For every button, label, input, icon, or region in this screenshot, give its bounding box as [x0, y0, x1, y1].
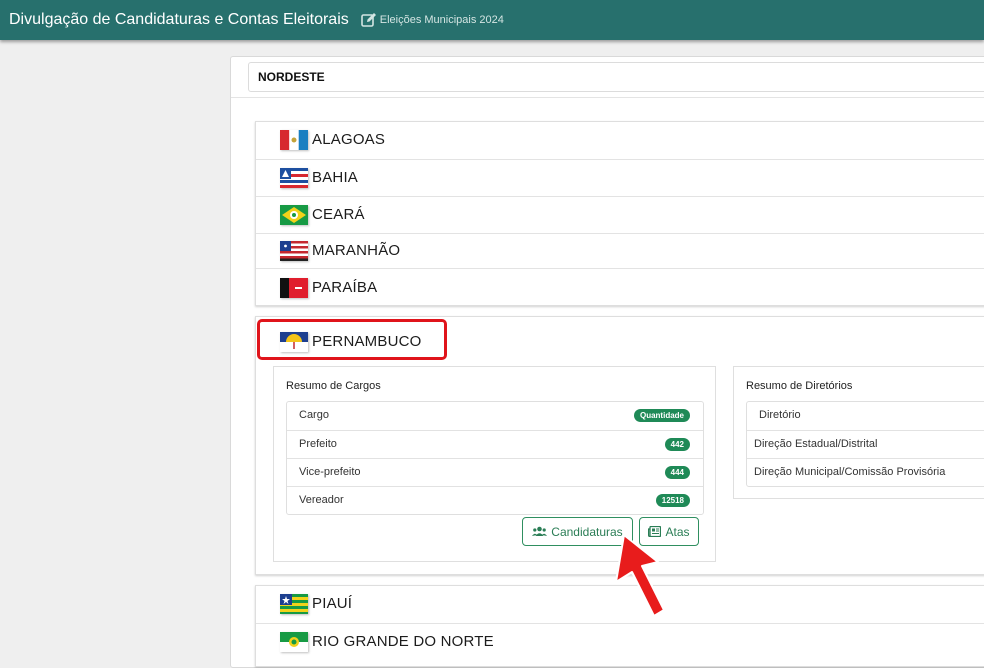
- piaui-flag-icon: [280, 594, 308, 614]
- state-name: PIAUÍ: [312, 595, 353, 612]
- state-name: BAHIA: [312, 169, 359, 186]
- table-row: Prefeito 442: [287, 430, 703, 458]
- state-row-paraiba[interactable]: PARAÍBA: [256, 268, 984, 305]
- diretorio-label: Direção Estadual/Distrital: [754, 438, 878, 450]
- state-row-ceara[interactable]: CEARÁ: [256, 196, 984, 233]
- cargos-title: Resumo de Cargos: [286, 380, 381, 392]
- cargos-header-row: Cargo Quantidade: [287, 402, 703, 430]
- paraiba-flag-icon: [280, 278, 308, 298]
- ceara-flag-icon: [280, 205, 308, 225]
- divider: [231, 97, 984, 98]
- state-name: ALAGOAS: [312, 131, 386, 148]
- count-badge: 442: [664, 438, 690, 451]
- state-name: MARANHÃO: [312, 242, 401, 259]
- cargo-label: Vice-prefeito: [299, 466, 361, 478]
- diretorio-label: Direção Municipal/Comissão Provisória: [754, 466, 946, 478]
- table-row: Direção Estadual/Distrital: [747, 430, 984, 458]
- state-row-maranhao[interactable]: MARANHÃO: [256, 233, 984, 270]
- alagoas-flag-icon: [280, 130, 308, 150]
- app-title: Divulgação de Candidaturas e Contas Elei…: [9, 11, 349, 28]
- region-label: NORDESTE: [258, 70, 325, 84]
- maranhao-flag-icon: [280, 241, 308, 261]
- state-row-rio-grande-do-norte[interactable]: RIO GRANDE DO NORTE: [256, 623, 984, 660]
- bahia-flag-icon: [280, 168, 308, 188]
- cargo-header-label: Cargo: [299, 409, 329, 421]
- region-select[interactable]: NORDESTE: [248, 62, 984, 92]
- state-row-bahia[interactable]: BAHIA: [256, 159, 984, 196]
- cargo-label: Vereador: [299, 494, 344, 506]
- diretorios-table: Diretório Direção Estadual/Distrital Dir…: [746, 401, 984, 487]
- quantidade-badge: Quantidade: [633, 409, 690, 422]
- diretorio-header-label: Diretório: [759, 409, 801, 421]
- diretorios-card: Resumo de Diretórios Diretório Direção E…: [733, 366, 984, 499]
- table-row: Direção Municipal/Comissão Provisória: [747, 458, 984, 486]
- state-row-alagoas[interactable]: ALAGOAS: [256, 122, 984, 159]
- red-arrow-annotation: [615, 534, 665, 617]
- count-badge: 12518: [655, 494, 690, 507]
- table-row: Vice-prefeito 444: [287, 458, 703, 486]
- cargos-table: Cargo Quantidade Prefeito 442 Vice-prefe…: [286, 401, 704, 515]
- diretorios-title: Resumo de Diretórios: [746, 380, 853, 392]
- cargo-label: Prefeito: [299, 438, 337, 450]
- election-subtitle: Eleições Municipais 2024: [379, 14, 504, 26]
- state-name: CEARÁ: [312, 206, 365, 223]
- state-name: PARAÍBA: [312, 279, 378, 296]
- count-badge: 444: [664, 466, 690, 479]
- top-bar: Divulgação de Candidaturas e Contas Elei…: [0, 0, 984, 40]
- diretorios-header-row: Diretório: [747, 402, 984, 430]
- rio-grande-do-norte-flag-icon: [280, 632, 308, 652]
- edit-icon: [360, 13, 376, 27]
- pernambuco-highlight: [257, 319, 447, 360]
- table-row: Vereador 12518: [287, 486, 703, 514]
- state-name: RIO GRANDE DO NORTE: [312, 633, 494, 650]
- users-icon: [532, 526, 548, 536]
- states-list-top: ALAGOAS BAHIA CEARÁ MARANHÃO PARAÍBA: [255, 121, 984, 306]
